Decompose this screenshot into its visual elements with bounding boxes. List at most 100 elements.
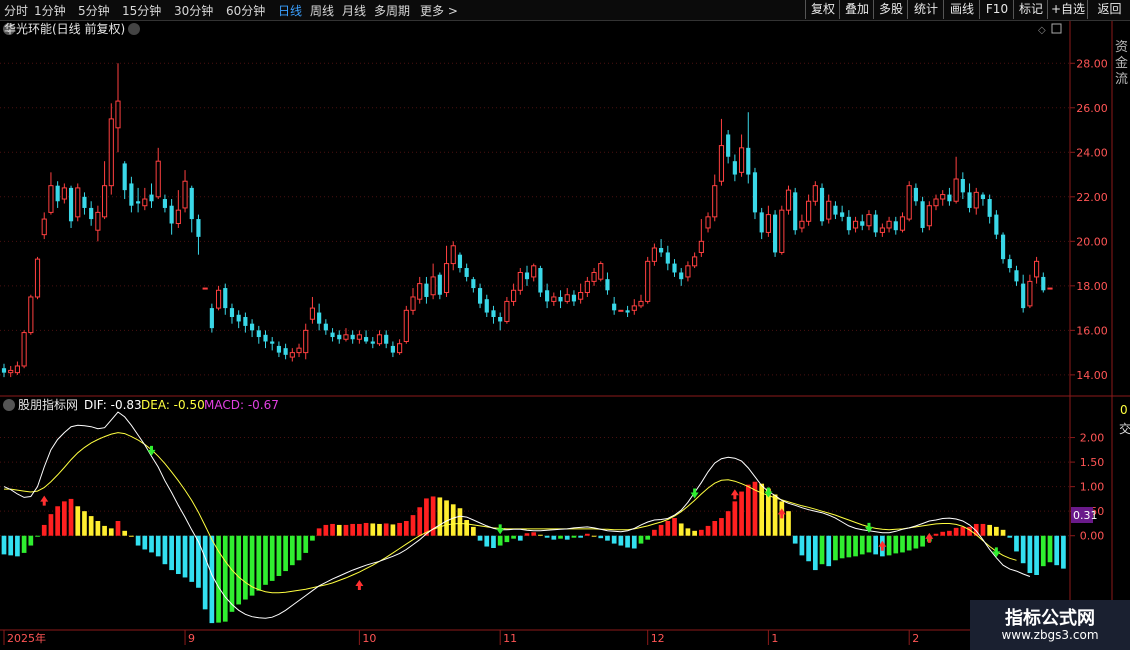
candle-body: [424, 283, 429, 297]
period-tab-1min[interactable]: 1分钟: [34, 2, 66, 19]
period-tab-multi[interactable]: 多周期: [374, 2, 410, 19]
macd-bar: [296, 535, 302, 561]
candle-body: [363, 337, 369, 342]
candle-body: [276, 345, 281, 353]
date-label: 1: [771, 632, 778, 645]
candle-body: [899, 216, 906, 231]
macd-bar: [35, 535, 40, 537]
adjust-button[interactable]: 复权: [805, 0, 840, 19]
macd-bar: [263, 535, 268, 585]
candle-body: [584, 280, 590, 294]
price-tick-label: 16.00: [1076, 324, 1108, 337]
candle-body: [638, 300, 644, 307]
macd-histogram: [1, 481, 1066, 624]
macd-bar: [471, 526, 476, 536]
macd-bar: [169, 535, 174, 571]
candle-body: [558, 296, 563, 302]
indicator-collapse-icon[interactable]: [3, 399, 15, 411]
candle-body: [953, 178, 959, 202]
macd-bar: [605, 535, 610, 541]
candle-body: [920, 201, 925, 228]
candle-body: [960, 179, 965, 193]
chart-canvas[interactable]: 28.0026.0024.0022.0020.0018.0016.0014.00…: [0, 21, 1130, 650]
candle-body: [337, 334, 342, 340]
back-button[interactable]: 返回: [1087, 0, 1130, 19]
title-menu-icon[interactable]: [128, 23, 140, 35]
candle-body: [665, 252, 670, 264]
macd-bar: [725, 511, 731, 536]
candle-body: [356, 334, 362, 340]
macd-bar: [450, 504, 456, 536]
candle-body: [631, 305, 637, 311]
macd-bar: [544, 535, 550, 538]
fund-flow-panel[interactable]: 资金流: [1115, 40, 1128, 87]
candle-body: [833, 205, 838, 215]
period-tab-daily[interactable]: 日线: [278, 2, 302, 19]
macd-bar: [397, 522, 402, 536]
add-watchlist-button[interactable]: +自选: [1047, 0, 1088, 19]
more-periods-button[interactable]: 更多 >: [420, 2, 458, 19]
macd-bar: [980, 523, 986, 536]
candle-body: [759, 212, 764, 233]
macd-bar: [350, 523, 356, 536]
current-value-label: 0.31: [1073, 509, 1098, 522]
candle-body: [618, 309, 624, 312]
macd-axis: 2.001.501.000.500.00: [1070, 432, 1104, 543]
candle-body: [149, 194, 154, 202]
draw-line-button[interactable]: 画线: [943, 0, 980, 19]
candle-body: [122, 163, 127, 191]
candle-body: [765, 214, 771, 233]
candle-body: [685, 265, 691, 278]
buy-arrow-icon: [925, 532, 934, 543]
macd-bar: [1047, 535, 1053, 563]
macd-bar: [611, 535, 617, 544]
macd-bar: [330, 523, 335, 536]
macd-bar: [243, 535, 248, 600]
macd-bar: [68, 498, 74, 536]
macd-bar: [1027, 535, 1033, 574]
side-indicator-label: 交: [1119, 421, 1130, 436]
macd-bar: [222, 535, 228, 622]
mark-button[interactable]: 标记: [1013, 0, 1048, 19]
candle-body: [980, 194, 986, 200]
stats-button[interactable]: 统计: [907, 0, 944, 19]
watermark-url: www.zbgs3.com: [1001, 628, 1099, 642]
candle-body: [403, 309, 409, 342]
period-tab-30min[interactable]: 30分钟: [174, 2, 213, 19]
macd-bar: [920, 535, 925, 547]
period-tab-fenshi[interactable]: 分时: [4, 2, 28, 19]
period-tab-5min[interactable]: 5分钟: [78, 2, 110, 19]
period-tab-weekly[interactable]: 周线: [310, 2, 334, 19]
multi-stock-button[interactable]: 多股: [873, 0, 908, 19]
candle-body: [384, 334, 389, 344]
buy-arrow-icon: [777, 508, 786, 519]
sell-arrow-icon: [496, 524, 505, 535]
buy-arrow-icon: [355, 580, 364, 591]
candle-body: [68, 187, 74, 222]
overlay-button[interactable]: 叠加: [839, 0, 874, 19]
diamond-icon[interactable]: ◇: [1038, 25, 1046, 36]
macd-bar: [712, 521, 718, 536]
candle-body: [826, 200, 832, 220]
date-label: 2: [912, 632, 919, 645]
macd-bar: [189, 535, 195, 582]
macd-bar: [692, 530, 697, 536]
candle-body: [846, 216, 851, 231]
maximize-icon[interactable]: [1051, 23, 1062, 34]
candle-body: [82, 196, 87, 208]
macd-bar: [1054, 535, 1060, 566]
period-tab-60min[interactable]: 60分钟: [226, 2, 265, 19]
period-tab-15min[interactable]: 15分钟: [122, 2, 161, 19]
macd-bar: [779, 501, 785, 536]
period-tab-monthly[interactable]: 月线: [342, 2, 366, 19]
candle-body: [698, 240, 704, 253]
macd-bar: [1007, 535, 1013, 538]
candle-body: [243, 317, 248, 326]
macd-tick-label: 1.50: [1080, 456, 1105, 469]
candle-body: [370, 341, 375, 344]
macd-bar: [202, 535, 208, 610]
price-tick-label: 20.00: [1076, 235, 1108, 248]
f10-button[interactable]: F10: [979, 0, 1014, 19]
macd-bar: [665, 521, 671, 536]
macd-bar: [685, 528, 691, 536]
